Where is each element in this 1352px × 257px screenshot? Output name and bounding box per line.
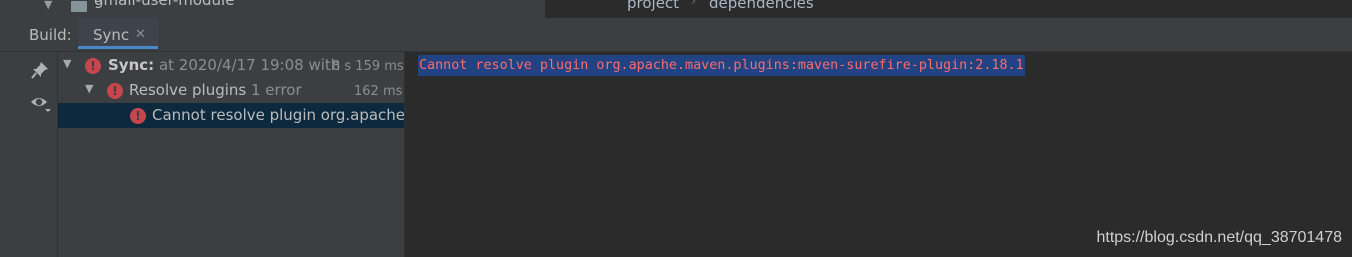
editor-breadcrumb: project › dependencies — [545, 0, 1352, 18]
build-console: Cannot resolve plugin org.apache.maven.p… — [405, 52, 1352, 257]
sync-row-detail: at 2020/4/17 19:08 with — [158, 56, 341, 74]
resolve-row-time: 162 ms — [354, 84, 403, 99]
tab-sync-label: Sync — [93, 26, 130, 44]
tree-row-resolve-plugins[interactable]: ▼ Resolve plugins 1 error 162 ms — [58, 78, 404, 103]
sync-row-time: 8 s 159 ms — [332, 59, 404, 74]
build-tree: ▼ Sync: at 2020/4/17 19:08 with 8 s 159 … — [58, 52, 404, 257]
console-error-line[interactable]: Cannot resolve plugin org.apache.maven.p… — [418, 55, 1025, 76]
breadcrumb-item-project[interactable]: project — [627, 0, 679, 12]
build-tool-strip — [22, 52, 58, 257]
resolve-row-detail: 1 error — [251, 81, 302, 99]
chevron-down-icon[interactable]: ▼ — [85, 82, 93, 95]
tab-sync[interactable]: Sync ✕ — [78, 18, 158, 49]
error-row-title: Cannot resolve plugin org.apache.maven.p… — [152, 106, 404, 124]
project-tree-module-label[interactable]: gmall-user-module — [94, 0, 234, 9]
watermark: https://blog.csdn.net/qq_38701478 — [1096, 229, 1342, 246]
error-icon — [107, 83, 123, 99]
resolve-row-text: Resolve plugins 1 error — [129, 81, 302, 99]
sync-row-text: Sync: at 2020/4/17 19:08 with — [108, 56, 340, 74]
build-window-label: Build: — [29, 26, 72, 44]
pin-icon[interactable] — [30, 60, 50, 80]
breadcrumb-item-dependencies[interactable]: dependencies — [709, 0, 814, 12]
chevron-down-icon[interactable]: ▼ — [63, 57, 71, 70]
eye-icon[interactable] — [30, 94, 52, 114]
close-icon[interactable]: ✕ — [135, 27, 146, 42]
folder-icon — [71, 1, 87, 12]
error-icon — [130, 108, 146, 124]
left-gutter — [0, 52, 22, 257]
error-icon — [85, 58, 101, 74]
sync-row-title: Sync: — [108, 56, 155, 74]
tree-row-sync[interactable]: ▼ Sync: at 2020/4/17 19:08 with 8 s 159 … — [58, 53, 404, 78]
project-tree-partial: g ▼ gmall-user-module — [0, 0, 545, 18]
chevron-down-icon[interactable]: ▼ — [44, 0, 52, 11]
top-strip: g ▼ gmall-user-module project › dependen… — [0, 0, 1352, 18]
resolve-row-title: Resolve plugins — [129, 81, 247, 99]
build-toolwindow-header: Build: Sync ✕ — [0, 18, 1352, 52]
breadcrumb-separator-icon: › — [691, 0, 697, 9]
tree-row-cannot-resolve[interactable]: Cannot resolve plugin org.apache.maven.p… — [58, 103, 404, 128]
